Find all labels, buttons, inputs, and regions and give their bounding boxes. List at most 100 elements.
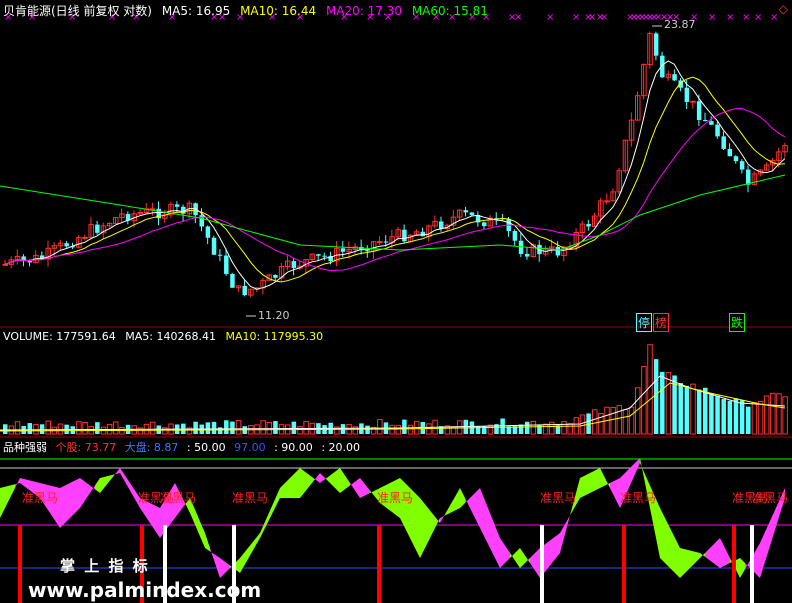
volume-bar-up (395, 424, 401, 435)
strength-band (360, 478, 365, 498)
candle-body-down (709, 121, 714, 125)
strength-band (720, 538, 725, 568)
volume-bar-down (402, 419, 407, 434)
diamond-icon[interactable]: ◇ (779, 2, 788, 16)
signal-label: 准黑马 (752, 491, 789, 505)
strength-band (555, 533, 560, 560)
candle-body-up (377, 240, 383, 243)
strength-band (675, 538, 680, 578)
volume-bar-down (365, 425, 370, 434)
volume-bar-down (739, 400, 745, 434)
strength-band (60, 485, 65, 528)
volume-bar-down (27, 423, 33, 434)
candle-body-down (739, 161, 745, 170)
candle-body-down (95, 224, 100, 233)
volume-bar-up (641, 366, 647, 435)
strength-band (680, 548, 685, 578)
strength-band (725, 548, 730, 566)
strength-band (220, 558, 225, 578)
strength-band (605, 478, 610, 488)
level-97-label: 97.00 (234, 441, 266, 454)
volume-bar-down (39, 424, 45, 434)
x-marker-icon: × (572, 12, 580, 23)
strength-band (595, 468, 600, 491)
strength-band (445, 505, 450, 516)
high-price-marker: 23.87 (664, 18, 696, 31)
strength-band (300, 468, 305, 498)
candle-body-down (340, 248, 346, 252)
ma60-label: MA60: 15.81 (411, 4, 488, 18)
strength-band (765, 521, 770, 562)
strength-band (505, 545, 510, 563)
indicator-panel[interactable]: 品种强弱 个股: 73.77 大盘: 8.87 : 50.00 97.00 : … (0, 438, 792, 603)
strength-band (295, 468, 300, 498)
price-chart-canvas[interactable]: × × × × × × × × × × × × × × × × × × × ×× × × ×× ×× ××××××××××× × ×… (0, 0, 792, 328)
candle-body-down (721, 136, 726, 149)
x-marker-icon: × (742, 12, 750, 23)
strength-band (130, 483, 135, 500)
volume-bar-up (770, 392, 776, 435)
volume-panel[interactable]: VOLUME: 177591.64 MA5: 140268.41 MA10: 1… (0, 328, 792, 438)
strength-band (560, 524, 565, 553)
strength-band (215, 554, 220, 578)
watermark-url: www.palmindex.com (28, 578, 262, 602)
strength-band (285, 478, 290, 498)
volume-bar-down (518, 424, 524, 434)
strength-band (550, 536, 555, 566)
volume-bar-up (567, 423, 573, 435)
volume-bar-up (14, 421, 21, 435)
volume-bar-up (82, 421, 88, 435)
volume-bar-up (113, 421, 119, 435)
volume-bar-up (303, 421, 309, 435)
strength-band (490, 513, 495, 558)
volume-bar-down (733, 398, 739, 434)
strength-band (460, 488, 465, 508)
volume-bar-up (76, 421, 82, 435)
candle-body-down (481, 222, 487, 227)
strength-band (450, 496, 455, 513)
strength-band (150, 503, 155, 531)
strength-band (760, 532, 765, 578)
volume-bar-down (224, 420, 229, 434)
strength-band (75, 478, 80, 513)
strength-band (280, 483, 285, 498)
strength-band (545, 540, 550, 572)
strength-band (325, 475, 330, 483)
volume-bar-up (297, 426, 303, 435)
volume-bar-down (715, 395, 720, 434)
candle-body-down (420, 231, 426, 237)
x-marker-icon: × (600, 12, 608, 23)
volume-bar-up (389, 424, 395, 435)
volume-bar-down (230, 421, 235, 434)
volume-bar-up (763, 395, 770, 435)
strength-band (100, 476, 105, 493)
strength-band (70, 480, 75, 518)
volume-bar-up (592, 409, 598, 435)
stock-title: 贝肯能源(日线 前复权 对数) (3, 4, 152, 18)
strength-band (770, 510, 775, 546)
volume-bar-up (610, 406, 616, 435)
volume-bar-up (665, 372, 672, 435)
strength-band (470, 493, 475, 518)
candle-body-down (727, 148, 733, 157)
strength-band (20, 478, 25, 487)
volume-bar-down (660, 371, 665, 434)
volume-canvas[interactable] (0, 328, 792, 438)
volume-bar-up (33, 424, 39, 435)
candle-body-down (684, 87, 690, 102)
strength-band (670, 528, 675, 573)
strength-band (315, 473, 320, 483)
x-marker-icon: × (546, 12, 554, 23)
candle-body-down (586, 224, 591, 227)
price-chart-panel[interactable]: × × × × × × × × × × × × × × × × × × × × × × × × × × × × × × × × × × × × × × × ×… (0, 0, 792, 332)
stock-strength-label: 个股: 73.77 (55, 441, 117, 454)
strength-band (275, 488, 280, 508)
volume-bar-down (721, 399, 726, 434)
strength-band (115, 468, 120, 475)
volume-bar-up (149, 421, 156, 435)
candle-body-down (224, 255, 229, 275)
candle-body-down (512, 230, 518, 241)
candle-body-up (604, 200, 610, 203)
volume-bar-up (377, 419, 383, 435)
strength-band (5, 485, 10, 508)
